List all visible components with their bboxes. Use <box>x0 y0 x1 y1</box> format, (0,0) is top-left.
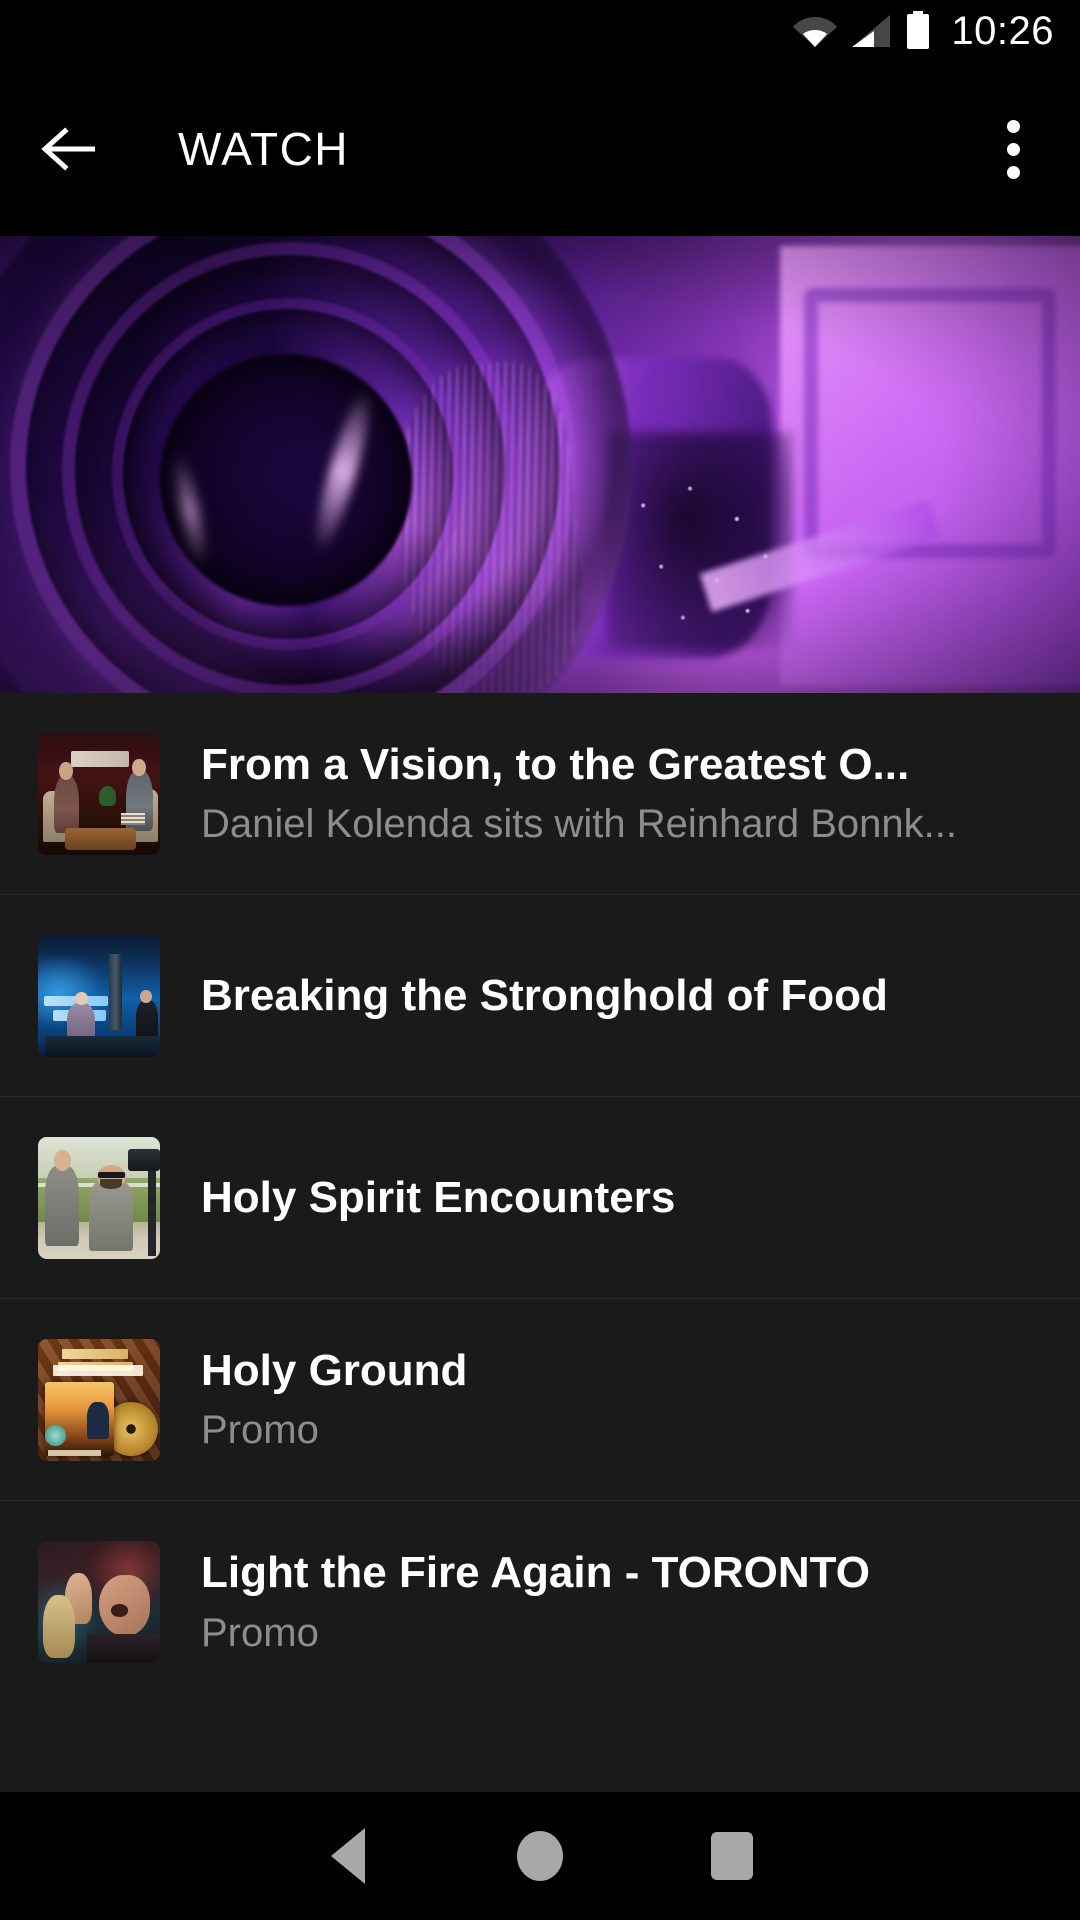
nav-home-icon <box>517 1831 563 1881</box>
status-bar: 10:26 <box>0 0 1080 62</box>
watch-screen: 10:26 WATCH From a Vision, to the Greate… <box>0 0 1080 1920</box>
thumbnail-outdoor-camera-crew <box>38 1136 160 1259</box>
list-item-text: Light the Fire Again - TORONTO Promo <box>201 1548 1080 1655</box>
status-clock: 10:26 <box>951 9 1054 53</box>
list-item[interactable]: Holy Spirit Encounters <box>0 1097 1080 1299</box>
nav-back-icon <box>331 1828 365 1884</box>
nav-recents-button[interactable] <box>636 1792 828 1920</box>
hero-banner-image[interactable] <box>0 236 1080 693</box>
list-item-text: Holy Spirit Encounters <box>201 1173 1080 1222</box>
list-item-subtitle: Promo <box>201 1408 319 1453</box>
thumbnail-holy-ground-dvd <box>38 1338 160 1461</box>
overflow-menu-button[interactable] <box>978 111 1048 187</box>
battery-full-icon <box>907 11 930 49</box>
list-item[interactable]: Light the Fire Again - TORONTO Promo <box>0 1501 1080 1703</box>
thumbnail-christ-for-all-nations-studio <box>38 934 160 1057</box>
list-item-text: From a Vision, to the Greatest O... Dani… <box>201 740 1080 847</box>
page-title: WATCH <box>178 123 350 175</box>
more-vert-icon-dot <box>1006 119 1020 133</box>
more-vert-icon-dot <box>1006 142 1020 156</box>
list-item-text: Breaking the Stronghold of Food <box>201 971 1080 1020</box>
list-item-title: Breaking the Stronghold of Food <box>201 970 888 1020</box>
list-item[interactable]: Holy Ground Promo <box>0 1299 1080 1501</box>
nav-recents-icon <box>711 1832 753 1880</box>
back-arrow-icon <box>41 127 95 171</box>
wifi-icon <box>793 17 838 47</box>
nav-back-button[interactable] <box>252 1792 444 1920</box>
list-item-title: Light the Fire Again - TORONTO <box>201 1548 870 1598</box>
list-item-title: Holy Ground <box>201 1345 468 1395</box>
thumbnail-cfan-interview <box>38 732 160 855</box>
app-bar: WATCH <box>0 62 1080 236</box>
thumbnail-worship-crowd <box>38 1541 160 1663</box>
hero-photo <box>0 236 1080 693</box>
back-button[interactable] <box>36 114 106 184</box>
list-item[interactable]: Breaking the Stronghold of Food <box>0 895 1080 1097</box>
list-item-subtitle: Daniel Kolenda sits with Reinhard Bonnk.… <box>201 802 957 847</box>
video-list[interactable]: From a Vision, to the Greatest O... Dani… <box>0 693 1080 1792</box>
list-item-title: Holy Spirit Encounters <box>201 1172 676 1222</box>
nav-home-button[interactable] <box>444 1792 636 1920</box>
list-item[interactable]: From a Vision, to the Greatest O... Dani… <box>0 693 1080 895</box>
list-item-title: From a Vision, to the Greatest O... <box>201 739 910 789</box>
system-navigation-bar <box>0 1792 1080 1920</box>
more-vert-icon-dot <box>1006 165 1020 179</box>
list-item-text: Holy Ground Promo <box>201 1346 1080 1453</box>
list-item-subtitle: Promo <box>201 1610 319 1655</box>
cellular-signal-icon <box>852 15 891 47</box>
